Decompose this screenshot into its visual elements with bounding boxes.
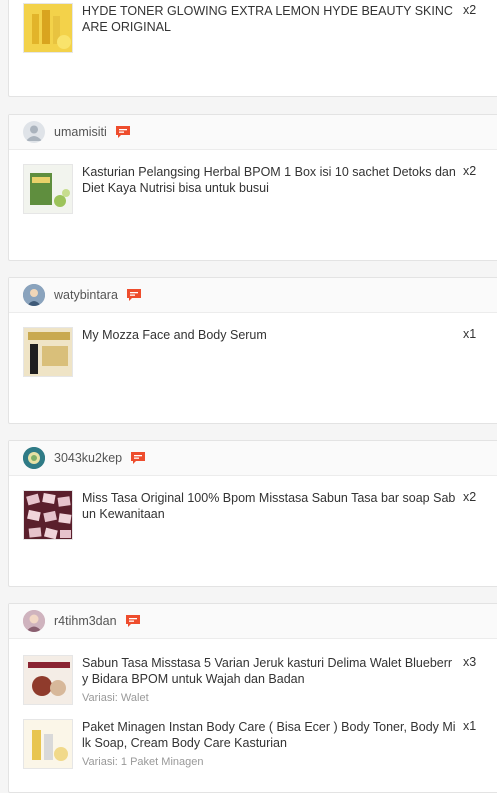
order-item[interactable]: Sabun Tasa Misstasa 5 Varian Jeruk kastu… [23,655,493,707]
product-thumbnail[interactable] [23,719,73,769]
product-thumbnail[interactable] [23,327,73,377]
product-title[interactable]: HYDE TONER GLOWING EXTRA LEMON HYDE BEAU… [82,3,458,35]
card-header: 3043ku2kep [9,441,497,476]
product-quantity: x1 [463,327,477,341]
avatar-icon[interactable] [23,447,45,469]
card-header: r4tihm3dan [9,604,497,639]
card-header: watybintara [9,278,497,313]
product-title[interactable]: My Mozza Face and Body Serum [82,327,458,343]
order-item[interactable]: My Mozza Face and Body Serum x1 [23,327,493,379]
buyer-username[interactable]: umamisiti [54,125,107,139]
order-item[interactable]: Kasturian Pelangsing Herbal BPOM 1 Box i… [23,164,493,216]
product-thumbnail[interactable] [23,3,73,53]
buyer-username[interactable]: 3043ku2kep [54,451,122,465]
card-header: umamisiti [9,115,497,150]
product-quantity: x1 [463,719,477,733]
chat-icon[interactable] [115,124,131,140]
product-thumbnail[interactable] [23,490,73,540]
product-variant: Variasi: Walet [82,692,149,704]
order-item[interactable]: Paket Minagen Instan Body Care ( Bisa Ec… [23,719,493,771]
order-item[interactable]: Miss Tasa Original 100% Bpom Misstasa Sa… [23,490,493,542]
product-title[interactable]: Miss Tasa Original 100% Bpom Misstasa Sa… [82,490,458,522]
product-variant: Variasi: 1 Paket Minagen [82,756,204,768]
chat-icon[interactable] [130,450,146,466]
buyer-username[interactable]: watybintara [54,288,118,302]
avatar-icon[interactable] [23,610,45,632]
product-quantity: x2 [463,3,477,17]
order-card: HYDE TONER GLOWING EXTRA LEMON HYDE BEAU… [8,0,497,97]
buyer-username[interactable]: r4tihm3dan [54,614,117,628]
order-item[interactable]: HYDE TONER GLOWING EXTRA LEMON HYDE BEAU… [23,3,493,55]
product-quantity: x2 [463,164,477,178]
product-thumbnail[interactable] [23,655,73,705]
product-title[interactable]: Kasturian Pelangsing Herbal BPOM 1 Box i… [82,164,458,196]
avatar-icon[interactable] [23,284,45,306]
chat-icon[interactable] [125,613,141,629]
order-card: r4tihm3dan Sabun Tasa Misstasa 5 Varian … [8,603,497,793]
product-thumbnail[interactable] [23,164,73,214]
order-card: 3043ku2kep Miss Tasa Original 100% Bpom … [8,440,497,587]
product-title[interactable]: Paket Minagen Instan Body Care ( Bisa Ec… [82,719,458,751]
avatar-icon[interactable] [23,121,45,143]
product-title[interactable]: Sabun Tasa Misstasa 5 Varian Jeruk kastu… [82,655,458,687]
order-card: watybintara My Mozza Face and Body Serum… [8,277,497,424]
product-quantity: x2 [463,490,477,504]
order-card: umamisiti Kasturian Pelangsing Herbal BP… [8,114,497,261]
product-quantity: x3 [463,655,477,669]
chat-icon[interactable] [126,287,142,303]
